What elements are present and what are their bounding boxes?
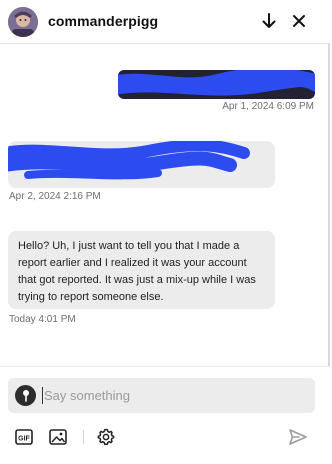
settings-button[interactable]	[96, 427, 116, 447]
message-timestamp: Apr 1, 2024 6:09 PM	[222, 101, 314, 112]
chat-header: commanderpigg	[0, 0, 330, 44]
svg-text:GIF: GIF	[18, 436, 30, 443]
close-icon	[293, 15, 305, 27]
gear-icon	[97, 428, 115, 445]
pin-icon	[22, 390, 29, 402]
message-input-box[interactable]	[8, 378, 315, 413]
message-composer: GIF	[0, 366, 330, 464]
avatar[interactable]	[8, 7, 38, 37]
avatar-image	[8, 7, 38, 37]
chat-username[interactable]: commanderpigg	[48, 13, 158, 29]
gif-button[interactable]: GIF	[14, 427, 34, 447]
send-icon	[289, 429, 307, 445]
arrow-down-icon	[262, 13, 276, 28]
message-list: Apr 1, 2024 6:09 PM Apr 2, 2024 2:16 PM …	[0, 45, 330, 365]
text-cursor	[42, 387, 43, 404]
message-timestamp: Today 4:01 PM	[9, 314, 76, 325]
scroll-down-button[interactable]	[258, 10, 280, 32]
incoming-message-bubble[interactable]	[8, 141, 275, 188]
close-button[interactable]	[288, 10, 310, 32]
redaction-scribble	[8, 141, 250, 180]
message-text: Hello? Uh, I just want to tell you that …	[18, 240, 256, 303]
send-button[interactable]	[287, 427, 309, 447]
chat-window: commanderpigg Apr 1, 2024 6:09 PM Apr 2,…	[0, 0, 330, 464]
message-input[interactable]	[44, 382, 304, 409]
redaction-scribble	[118, 70, 315, 96]
incoming-message-bubble[interactable]: Hello? Uh, I just want to tell you that …	[8, 231, 275, 309]
image-button[interactable]	[48, 427, 68, 447]
toolbar-divider	[83, 430, 84, 444]
outgoing-message-bubble[interactable]	[118, 70, 315, 99]
gif-icon: GIF	[15, 429, 33, 445]
message-timestamp: Apr 2, 2024 2:16 PM	[9, 191, 101, 202]
mic-button[interactable]	[15, 385, 36, 406]
image-icon	[49, 429, 67, 445]
